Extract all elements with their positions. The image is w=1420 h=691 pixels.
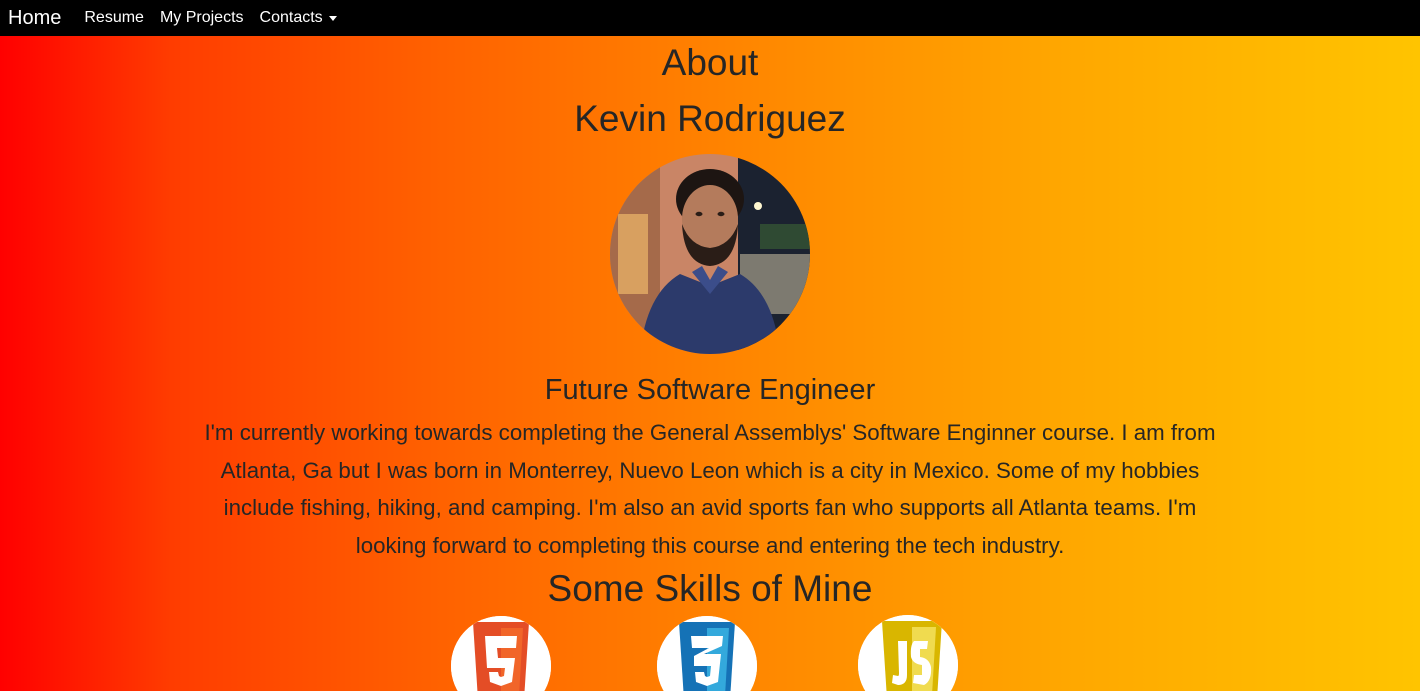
skills-row: [0, 580, 1420, 691]
html5-icon: [451, 616, 551, 691]
profile-name: Kevin Rodriguez: [574, 98, 846, 139]
nav-contacts-dropdown[interactable]: Contacts: [260, 9, 337, 27]
navbar: Home Resume My Projects Contacts: [0, 0, 1420, 36]
caret-down-icon: [328, 16, 337, 21]
profile-bio: I'm currently working towards completing…: [204, 420, 1216, 559]
nav-resume-link[interactable]: Resume: [84, 9, 144, 27]
css3-icon: [657, 616, 757, 691]
nav-contacts-label: Contacts: [259, 9, 323, 26]
about-section: About Kevin Rodriguez Future Software En…: [0, 36, 1420, 612]
profile-role: Future Software Engineer: [544, 374, 876, 406]
javascript-icon: [858, 615, 958, 691]
about-heading: About: [661, 42, 759, 83]
nav-projects-link[interactable]: My Projects: [160, 9, 244, 27]
profile-photo: [610, 154, 810, 354]
nav-home-link[interactable]: Home: [8, 7, 61, 30]
